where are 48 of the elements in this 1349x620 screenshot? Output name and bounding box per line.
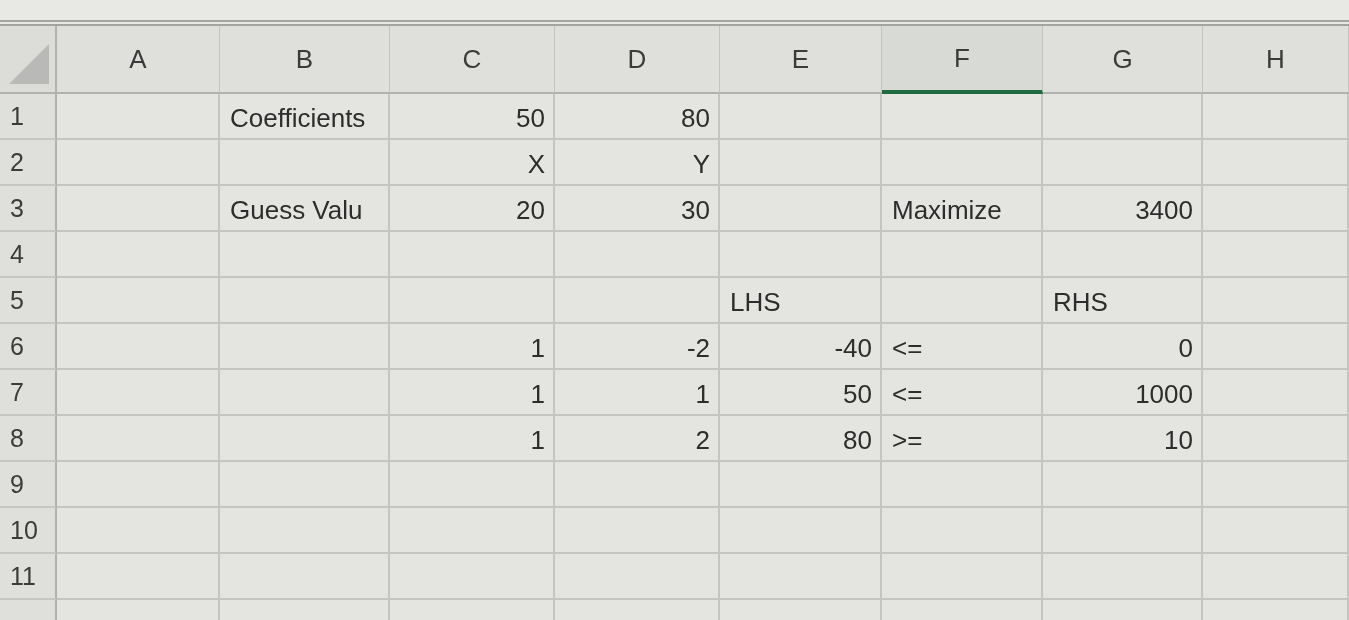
table-cell: 80 [720, 416, 882, 462]
column-header[interactable]: H [1203, 26, 1349, 94]
table-cell: <= [882, 324, 1043, 370]
table-cell: 1000 [1043, 370, 1203, 416]
table-cell: 1 [555, 370, 720, 416]
table-cell: >= [882, 416, 1043, 462]
table-cell: 1 [390, 416, 555, 462]
row-header[interactable]: 7 [0, 370, 57, 416]
table-cell: 1 [390, 324, 555, 370]
column-header[interactable]: A [57, 26, 220, 94]
table-cell: Maximize [882, 186, 1043, 232]
column-header[interactable]: G [1043, 26, 1203, 94]
row-header[interactable]: 8 [0, 416, 57, 462]
table-cell: 3400 [1043, 186, 1203, 232]
row-header[interactable]: 4 [0, 232, 57, 278]
select-all-button[interactable] [0, 26, 57, 94]
row-header[interactable]: 2 [0, 140, 57, 186]
row-header[interactable]: 6 [0, 324, 57, 370]
table-cell: RHS [1043, 278, 1203, 324]
table-cell: 80 [555, 94, 720, 140]
table-cell: 10 [1043, 416, 1203, 462]
table-cell: X [390, 140, 555, 186]
row-header[interactable]: 3 [0, 186, 57, 232]
column-header[interactable]: C [390, 26, 555, 94]
row-header[interactable]: 1 [0, 94, 57, 140]
table-cell: 20 [390, 186, 555, 232]
row-header[interactable]: 10 [0, 508, 57, 554]
table-cell: 2 [555, 416, 720, 462]
column-header[interactable]: F [882, 26, 1043, 94]
table-cell: 0 [1043, 324, 1203, 370]
table-cell: <= [882, 370, 1043, 416]
table-cell: 50 [720, 370, 882, 416]
table-cell: Guess Valu [220, 186, 390, 232]
column-header[interactable]: E [720, 26, 882, 94]
column-header[interactable]: D [555, 26, 720, 94]
table-cell: -40 [720, 324, 882, 370]
table-cell: 30 [555, 186, 720, 232]
table-cell: Coefficients [220, 94, 390, 140]
table-cell: 1 [390, 370, 555, 416]
triangle-icon [9, 44, 49, 84]
row-header[interactable]: 9 [0, 462, 57, 508]
row-header[interactable]: 5 [0, 278, 57, 324]
table-cell: 50 [390, 94, 555, 140]
column-header[interactable]: B [220, 26, 390, 94]
row-header[interactable]: 11 [0, 554, 57, 600]
table-cell: -2 [555, 324, 720, 370]
table-cell: LHS [720, 278, 882, 324]
table-cell: Y [555, 140, 720, 186]
